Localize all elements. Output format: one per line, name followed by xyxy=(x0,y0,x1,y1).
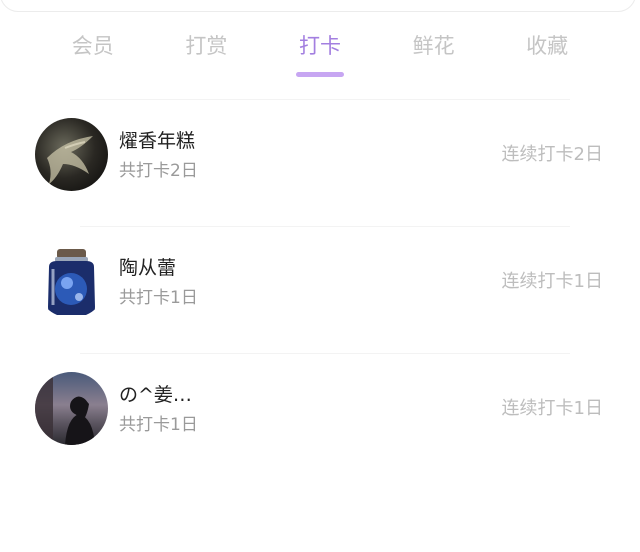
dark-photo-avatar[interactable] xyxy=(35,118,108,191)
active-tab-indicator xyxy=(295,72,344,77)
tab-checkin[interactable]: 打卡 xyxy=(263,30,377,80)
list-item[interactable]: 陶从蕾 共打卡1日 连续打卡1日 xyxy=(0,227,640,354)
streak-checkin-count: 连续打卡2日 xyxy=(501,144,603,165)
tab-label: 打赏 xyxy=(185,34,228,58)
tab-label: 打卡 xyxy=(298,34,341,58)
tab-label: 收藏 xyxy=(526,34,569,58)
total-checkin-count: 共打卡1日 xyxy=(119,288,198,308)
tab-members[interactable]: 会员 xyxy=(36,30,150,80)
list-item[interactable]: の^姜… 共打卡1日 连续打卡1日 xyxy=(0,354,640,481)
total-checkin-count: 共打卡2日 xyxy=(119,161,198,181)
member-name: 燿香年糕 xyxy=(119,130,196,152)
checkin-list: 燿香年糕 共打卡2日 连续打卡2日 陶从蕾 共打卡1日 连续打卡1日 の^姜… … xyxy=(0,100,640,481)
streak-checkin-count: 连续打卡1日 xyxy=(501,398,603,419)
tab-flowers[interactable]: 鲜花 xyxy=(377,30,491,80)
member-name: の^姜… xyxy=(119,384,192,406)
tab-label: 会员 xyxy=(71,34,114,58)
tab-label: 鲜花 xyxy=(412,34,455,58)
total-checkin-count: 共打卡1日 xyxy=(119,415,198,435)
member-name: 陶从蕾 xyxy=(119,257,177,279)
tab-favorites[interactable]: 收藏 xyxy=(490,30,604,80)
tab-bar: 会员 打赏 打卡 鲜花 收藏 xyxy=(36,30,604,80)
silhouette-avatar[interactable] xyxy=(35,372,108,445)
list-item[interactable]: 燿香年糕 共打卡2日 连续打卡2日 xyxy=(0,100,640,227)
glass-jar-avatar[interactable] xyxy=(35,245,108,318)
streak-checkin-count: 连续打卡1日 xyxy=(501,271,603,292)
tab-tips[interactable]: 打赏 xyxy=(150,30,264,80)
top-card-edge xyxy=(0,0,636,12)
